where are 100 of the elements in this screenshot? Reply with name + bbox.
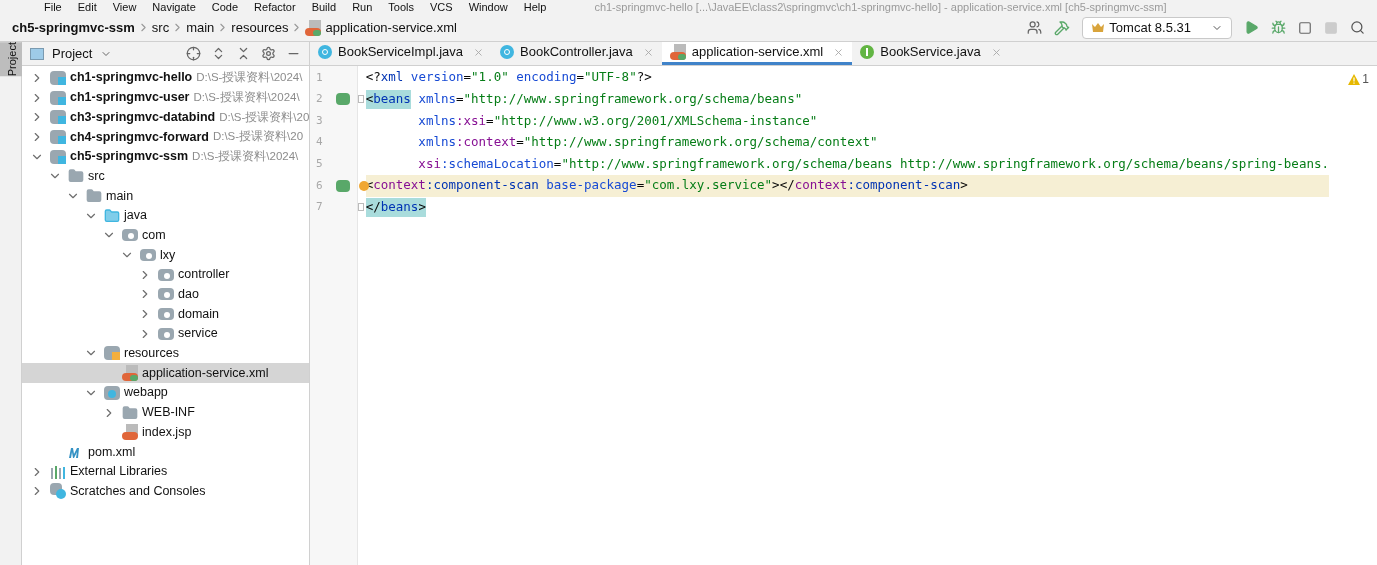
tree-item[interactable]: dao [22,284,309,305]
folder-icon [86,187,102,204]
breadcrumb[interactable]: ch5-springmvc-ssm [12,17,135,38]
tree-item[interactable]: domain [22,304,309,324]
menu-item[interactable]: Navigate [152,1,196,13]
menu-item[interactable]: Edit [77,1,97,13]
menu-item[interactable]: Help [523,1,547,13]
search-icon[interactable] [1350,20,1365,35]
editor-tab[interactable]: BookServiceImpl.java [310,42,492,65]
code-line: <?xml version="1.0" encoding="UTF-8"?> [365,68,653,87]
fold-marker-icon[interactable] [357,203,364,212]
menu-item[interactable]: Code [211,1,239,13]
package-icon [122,229,138,242]
path-hint: D:\S-授课资料\2024\ [193,89,300,105]
breadcrumb[interactable]: resources [231,17,289,38]
xml-file-icon [122,365,138,382]
module-folder-icon [50,70,66,85]
tree-item[interactable]: ch3-springmvc-databind D:\S-授课资料\20 [22,107,309,128]
tree-item[interactable]: pom.xml [22,442,309,462]
menu-item[interactable]: File [44,1,62,13]
tree-item-label: ch1-springmvc-hello [70,69,193,87]
xml-file-icon [305,19,322,36]
tree-item[interactable]: main [22,186,309,206]
breadcrumb[interactable]: src [151,17,170,38]
tree-item[interactable]: java [22,205,309,226]
package-icon [158,288,174,301]
tree-item[interactable]: resources [22,343,309,364]
module-folder-icon [50,129,66,144]
tree-item[interactable]: ch1-springmvc-user D:\S-授课资料\2024\ [22,87,309,108]
bean-gutter-icon[interactable] [336,179,350,192]
tree-item-label: java [124,207,147,225]
panel-title[interactable]: Project [52,43,93,64]
module-folder-icon [50,110,66,125]
folder-icon [122,404,138,421]
debug-icon[interactable] [1271,20,1286,35]
tree-item[interactable]: controller [22,264,309,285]
tree-item[interactable]: com [22,225,309,246]
folder-icon [104,207,120,224]
line-number: 7 [316,199,324,216]
tree-item[interactable]: ch1-springmvc-hello D:\S-授课资料\2024\ [22,68,309,88]
editor-tab[interactable]: BookService.java [852,42,1010,65]
editor-tab[interactable]: application-service.xml [661,42,853,65]
project-tool-button[interactable]: Project [0,42,22,77]
menu-item[interactable]: Build [311,1,337,13]
tree-item[interactable]: ch5-springmvc-ssm D:\S-授课资料\2024\ [22,146,309,167]
editor-tab[interactable]: BookController.java [492,42,662,65]
path-hint: D:\S-授课资料\20 [219,109,310,125]
menu-item[interactable]: Window [468,1,508,13]
menu-item[interactable]: VCS [430,1,453,13]
tree-item-label: resources [124,345,179,363]
libraries-icon [50,464,66,479]
tree-item-label: lxy [160,246,176,264]
menu-item[interactable]: Refactor [254,1,296,13]
tree-item[interactable]: External Libraries [22,461,309,482]
tree-item-label: domain [178,305,219,323]
tree-item[interactable]: WEB-INF [22,402,309,423]
menu-item[interactable]: View [112,1,137,13]
run-configuration-dropdown[interactable]: Tomcat 8.5.31 [1082,16,1232,39]
menu-item[interactable]: Tools [388,1,414,13]
xml-file-icon [669,44,686,60]
tree-item-label: WEB-INF [142,404,195,422]
tree-item-label: application-service.xml [142,364,269,382]
breadcrumb[interactable]: application-service.xml [325,17,457,38]
line-number: 5 [316,155,324,172]
tree-item[interactable]: Scratches and Consoles [22,481,309,502]
tree-item-label: Scratches and Consoles [70,482,206,500]
fold-marker-icon[interactable] [357,95,364,104]
module-folder-icon [50,90,66,105]
package-icon [158,308,174,321]
tree-item-label: ch1-springmvc-user [70,89,190,107]
tree-item-label: ch4-springmvc-forward [70,128,209,146]
tree-item[interactable]: index.jsp [22,422,309,443]
code-line: xmlns:xsi="http://www.w3.org/2001/XMLSchema-instance" [417,111,819,130]
locate-icon[interactable] [186,46,201,61]
tree-item[interactable]: webapp [22,383,309,403]
tree-item[interactable]: service [22,323,309,344]
tree-item[interactable]: lxy [22,245,309,265]
run-icon[interactable] [1244,20,1259,35]
line-number: 3 [316,112,324,129]
window-title: ch1-springmvc-hello [...\JavaEE\class2\springmvc\ch1-springmvc-hello] - application-service.xml [ch5-springmvc-ssm] [594,1,1167,13]
tree-item[interactable]: application-service.xml [22,363,309,383]
tree-item[interactable]: ch4-springmvc-forward D:\S-授课资料\20 [22,127,309,147]
interface-icon [860,45,875,59]
package-icon [158,327,174,340]
build-icon[interactable] [1054,19,1071,36]
tree-item[interactable]: src [22,166,309,187]
path-hint: D:\S-授课资料\2024\ [192,148,299,164]
coverage-icon[interactable] [1298,20,1312,35]
project-view-icon [30,47,44,60]
class-icon [500,45,514,59]
account-icon[interactable] [1027,20,1043,35]
tree-item-label: index.jsp [142,423,192,441]
breadcrumb[interactable]: main [186,17,215,38]
settings-icon[interactable] [261,46,276,61]
bean-gutter-icon[interactable] [336,93,350,106]
line-number: 2 [316,91,324,108]
line-number: 1 [316,69,324,86]
web-folder-icon [104,385,120,400]
menu-item[interactable]: Run [352,1,373,13]
tree-item-label: dao [178,286,199,304]
